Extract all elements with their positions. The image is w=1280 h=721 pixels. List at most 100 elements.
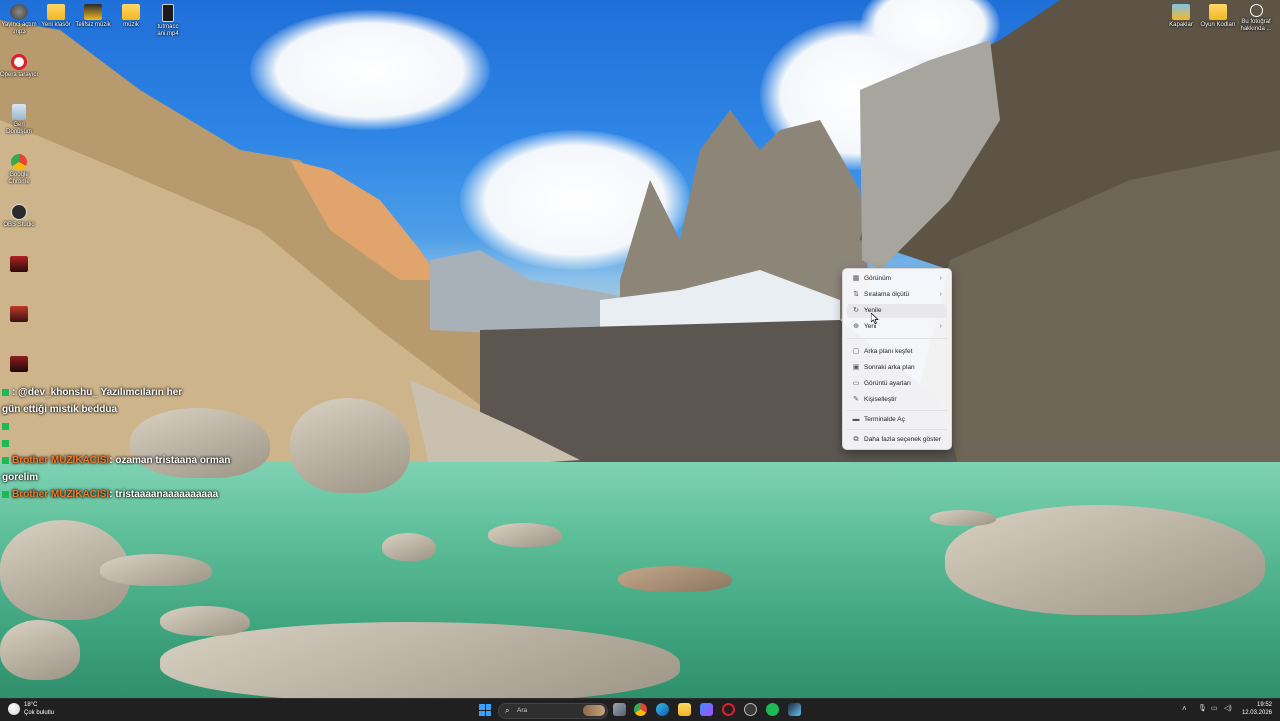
windows-logo-icon — [479, 704, 485, 710]
menu-item-new[interactable]: ⊕ Yeni › — [847, 320, 947, 334]
desktop-icon-audio-file[interactable]: Yayinci açtım .mp3 — [0, 4, 38, 36]
opera-taskbar-icon[interactable] — [722, 703, 735, 716]
windows-logo-icon — [485, 704, 491, 710]
start-button[interactable] — [479, 704, 491, 716]
menu-item-label: Sıralama ölçütü — [864, 291, 910, 298]
taskbar-search[interactable]: ⌕ Ara — [498, 703, 608, 719]
video-file-icon — [162, 4, 174, 22]
menu-item-label: Görünüm — [864, 275, 892, 282]
folder-icon — [47, 4, 65, 20]
menu-item-display-settings[interactable]: ▭ Görüntü ayarları — [847, 377, 947, 391]
desktop-icon-label: Opera tarayıcı — [0, 72, 39, 78]
boulder — [0, 620, 80, 680]
menu-item-view[interactable]: ▦ Görünüm › — [847, 272, 947, 286]
chat-message: gorelim — [2, 469, 262, 486]
spotify-icon[interactable] — [766, 703, 779, 716]
desktop-icon-label: Telifsiz müzik — [75, 22, 111, 28]
weather-temperature[interactable]: 18°C — [24, 702, 37, 709]
copilot-icon[interactable] — [700, 703, 713, 716]
weather-description[interactable]: Çok bulutlu — [24, 710, 54, 717]
edge-taskbar-icon[interactable] — [656, 703, 669, 716]
desktop-icon-game[interactable] — [0, 256, 38, 274]
sort-icon: ⇅ — [853, 291, 859, 298]
desktop-icon-label: Bu fotoğraf hakkında ... — [1240, 19, 1272, 32]
menu-item-label: Daha fazla seçenek göster — [864, 436, 941, 443]
desktop-icon-about-photo[interactable]: Bu fotoğraf hakkında ... — [1237, 4, 1275, 33]
subscriber-badge-icon — [2, 439, 9, 447]
search-placeholder: Ara — [517, 707, 528, 714]
desktop-icon-label: Yeni klasör — [41, 22, 71, 28]
info-icon — [1249, 4, 1263, 17]
chrome-taskbar-icon[interactable] — [634, 703, 647, 716]
menu-item-next-background[interactable]: ▣ Sonraki arka plan — [847, 361, 947, 375]
subscriber-badge-icon — [2, 490, 9, 498]
chat-message: : @dev_khonshu_ Yazılımcıların her — [2, 384, 262, 401]
folder-icon — [122, 4, 140, 20]
chevron-up-icon[interactable]: ˄ — [1182, 704, 1187, 713]
chrome-icon — [11, 154, 27, 170]
opera-icon — [11, 54, 27, 70]
menu-item-personalize[interactable]: ✎ Kişiselleştir — [847, 393, 947, 407]
desktop-icon-opera[interactable]: Opera tarayıcı — [0, 54, 38, 79]
desktop-icon-obs[interactable]: OBS Studio — [0, 204, 38, 229]
desktop-icon-folder[interactable]: Telifsiz müzik — [74, 4, 112, 29]
recycle-bin-icon — [12, 104, 26, 120]
menu-separator — [847, 338, 947, 339]
menu-item-label: Kişiselleştir — [864, 396, 897, 403]
chevron-right-icon: › — [939, 323, 942, 330]
desktop-icon-game[interactable] — [0, 306, 38, 324]
menu-item-explore-background[interactable]: ▢ Arka planı keşfet — [847, 345, 947, 359]
subscriber-badge-icon — [2, 456, 9, 464]
desktop-wallpaper[interactable] — [0, 0, 1280, 698]
search-highlight-icon — [583, 705, 605, 716]
chat-message: Brother MUZIKACISI: tristaaaanaaaaaaaaaa — [2, 486, 262, 503]
subscriber-badge-icon — [2, 388, 9, 396]
desktop-icon-chrome[interactable]: Google Chrome — [0, 154, 38, 186]
chevron-right-icon: › — [939, 275, 942, 282]
chat-message: gün ettiği mistik beddua — [2, 401, 262, 418]
terminal-icon: ▬ — [852, 416, 860, 423]
chat-text: : ozaman tristaana orman — [109, 455, 231, 466]
menu-item-sort-by[interactable]: ⇅ Sıralama ölçütü › — [847, 288, 947, 302]
weather-cloud-icon[interactable] — [8, 703, 20, 715]
game-icon — [10, 306, 28, 322]
chevron-right-icon: › — [939, 291, 942, 298]
chat-username: Brother MUZIKACISI — [12, 455, 110, 466]
network-icon[interactable]: ▭ — [1211, 704, 1218, 712]
taskbar: 18°C Çok bulutlu ⌕ Ara ˄ 🎙 ▭ ◁) 19:52 12… — [0, 698, 1280, 721]
boulder — [160, 622, 680, 698]
desktop-icon-folder[interactable]: müzik — [112, 4, 150, 29]
boulder — [930, 510, 996, 526]
file-explorer-icon[interactable] — [678, 703, 691, 716]
boulder — [382, 533, 436, 561]
desktop-context-menu: ▦ Görünüm › ⇅ Sıralama ölçütü › ↻ Yenile… — [842, 268, 952, 450]
desktop-icon-label: Oyun Kodları — [1200, 22, 1236, 28]
desktop-icon-recycle-bin[interactable]: Geri Dönüşüm — [0, 104, 38, 136]
steam-icon[interactable] — [788, 703, 801, 716]
clock-date[interactable]: 12.03.2026 — [1240, 710, 1272, 717]
task-view-icon[interactable] — [613, 703, 626, 716]
menu-item-label: Terminalde Aç — [864, 416, 905, 423]
desktop-icon-folder[interactable]: Oyun Kodları — [1199, 4, 1237, 29]
new-icon: ⊕ — [853, 323, 859, 330]
chat-message: Brother MUZIKACISI: ozaman tristaana orm… — [2, 452, 262, 469]
game-icon — [10, 356, 28, 372]
display-icon: ▭ — [852, 380, 860, 387]
menu-item-refresh[interactable]: ↻ Yenile — [847, 304, 947, 318]
boulder — [100, 554, 212, 586]
volume-icon[interactable]: ◁) — [1224, 704, 1232, 712]
menu-item-open-terminal[interactable]: ▬ Terminalde Aç — [847, 413, 947, 427]
chat-text: : tristaaaanaaaaaaaaaa — [109, 489, 219, 500]
folder-icon — [1209, 4, 1227, 20]
audio-file-icon — [10, 4, 28, 20]
microphone-icon[interactable]: 🎙 — [1198, 704, 1207, 712]
desktop-icon-video-file[interactable]: tutmacc ani.mp4 — [149, 4, 187, 38]
desktop-icon-folder[interactable]: Yeni klasör — [37, 4, 75, 29]
desktop-icon-folder[interactable]: Kapaklar — [1162, 4, 1200, 29]
chat-text: gorelim — [2, 472, 39, 483]
menu-item-show-more-options[interactable]: ⧉ Daha fazla seçenek göster — [847, 433, 947, 447]
clock-time[interactable]: 19:52 — [1244, 702, 1272, 709]
menu-item-label: Görüntü ayarları — [864, 380, 911, 387]
desktop-icon-game[interactable] — [0, 356, 38, 374]
media-player-icon[interactable] — [744, 703, 757, 716]
